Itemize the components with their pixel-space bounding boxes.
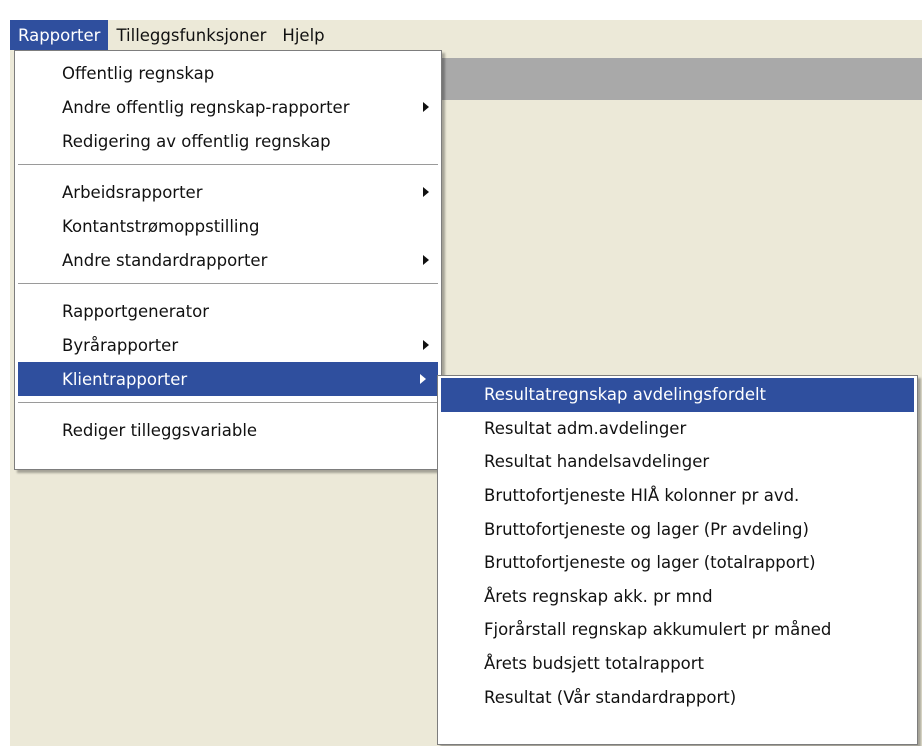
menu-item-label: Offentlig regnskap xyxy=(62,63,215,83)
menu-item-label: Rediger tilleggsvariable xyxy=(62,420,258,440)
menu-item-label: Resultatregnskap avdelingsfordelt xyxy=(484,385,767,405)
submenu-item-resultat-var-standardrapport[interactable]: Resultat (Vår standardrapport) xyxy=(438,680,917,714)
submenu-item-bruttofortjeneste-lager-total[interactable]: Bruttofortjeneste og lager (totalrapport… xyxy=(438,546,917,580)
menu-item-kontantstromoppstilling[interactable]: Kontantstrømoppstilling xyxy=(15,209,441,243)
menu-item-rapportgenerator[interactable]: Rapportgenerator xyxy=(15,294,441,328)
menu-item-label: Klientrapporter xyxy=(62,369,188,389)
menu-item-redigering-av-offentlig-regnskap[interactable]: Redigering av offentlig regnskap xyxy=(15,124,441,158)
menu-item-label: Årets budsjett totalrapport xyxy=(484,654,705,674)
menu-item-label: Arbeidsrapporter xyxy=(62,182,203,202)
menu-separator xyxy=(18,164,438,168)
menu-item-andre-offentlig-regnskap-rapporter[interactable]: Andre offentlig regnskap-rapporter xyxy=(15,90,441,124)
submenu-item-arets-regnskap-akk[interactable]: Årets regnskap akk. pr mnd xyxy=(438,580,917,614)
menu-item-label: Andre offentlig regnskap-rapporter xyxy=(62,97,350,117)
menu-item-arbeidsrapporter[interactable]: Arbeidsrapporter xyxy=(15,175,441,209)
klientrapporter-submenu: Resultatregnskap avdelingsfordelt Result… xyxy=(437,375,918,745)
menu-item-offentlig-regnskap[interactable]: Offentlig regnskap xyxy=(15,56,441,90)
menu-item-label: Fjorårstall regnskap akkumulert pr måned xyxy=(484,620,832,640)
menu-item-label: Redigering av offentlig regnskap xyxy=(62,131,331,151)
menu-item-klientrapporter[interactable]: Klientrapporter xyxy=(18,362,438,396)
menubar-tilleggsfunksjoner[interactable]: Tilleggsfunksjoner xyxy=(108,20,274,50)
submenu-arrow-icon xyxy=(423,340,429,350)
menu-item-label: Resultat adm.avdelinger xyxy=(484,418,687,438)
menu-item-label: Bruttofortjeneste HIÅ kolonner pr avd. xyxy=(484,486,800,506)
menubar-hjelp[interactable]: Hjelp xyxy=(274,20,332,50)
menu-separator xyxy=(18,402,438,406)
menu-item-label: Byrårapporter xyxy=(62,335,179,355)
submenu-item-resultatregnskap-avdelingsfordelt[interactable]: Resultatregnskap avdelingsfordelt xyxy=(441,378,914,412)
submenu-item-bruttofortjeneste-hia-kolonner[interactable]: Bruttofortjeneste HIÅ kolonner pr avd. xyxy=(438,479,917,513)
menu-separator xyxy=(18,283,438,287)
application-window: Rapporter Tilleggsfunksjoner Hjelp Offen… xyxy=(0,0,922,746)
menu-item-label: Rapportgenerator xyxy=(62,301,209,321)
submenu-item-resultat-adm-avdelinger[interactable]: Resultat adm.avdelinger xyxy=(438,412,917,446)
submenu-item-arets-budsjett[interactable]: Årets budsjett totalrapport xyxy=(438,647,917,681)
submenu-item-fjorarstall-regnskap[interactable]: Fjorårstall regnskap akkumulert pr måned xyxy=(438,613,917,647)
submenu-arrow-icon xyxy=(423,187,429,197)
menu-bar: Rapporter Tilleggsfunksjoner Hjelp xyxy=(10,20,922,50)
menu-item-label: Bruttofortjeneste og lager (totalrapport… xyxy=(484,553,816,573)
menu-item-label: Bruttofortjeneste og lager (Pr avdeling) xyxy=(484,519,809,539)
submenu-item-resultat-handelsavdelinger[interactable]: Resultat handelsavdelinger xyxy=(438,445,917,479)
menu-item-label: Resultat (Vår standardrapport) xyxy=(484,687,737,707)
workspace-header-bar xyxy=(437,58,922,100)
menu-item-label: Resultat handelsavdelinger xyxy=(484,452,710,472)
menu-item-label: Kontantstrømoppstilling xyxy=(62,216,260,236)
menu-item-rediger-tilleggsvariable[interactable]: Rediger tilleggsvariable xyxy=(15,413,441,447)
menu-item-label: Andre standardrapporter xyxy=(62,250,268,270)
menu-item-byrarapporter[interactable]: Byrårapporter xyxy=(15,328,441,362)
menubar-rapporter[interactable]: Rapporter xyxy=(10,20,109,50)
submenu-arrow-icon xyxy=(423,255,429,265)
menu-item-andre-standardrapporter[interactable]: Andre standardrapporter xyxy=(15,243,441,277)
submenu-arrow-icon xyxy=(423,102,429,112)
rapporter-dropdown-menu: Offentlig regnskap Andre offentlig regns… xyxy=(14,50,442,470)
submenu-arrow-icon xyxy=(420,374,426,384)
submenu-item-bruttofortjeneste-lager-avdeling[interactable]: Bruttofortjeneste og lager (Pr avdeling) xyxy=(438,512,917,546)
menu-item-label: Årets regnskap akk. pr mnd xyxy=(484,586,713,606)
